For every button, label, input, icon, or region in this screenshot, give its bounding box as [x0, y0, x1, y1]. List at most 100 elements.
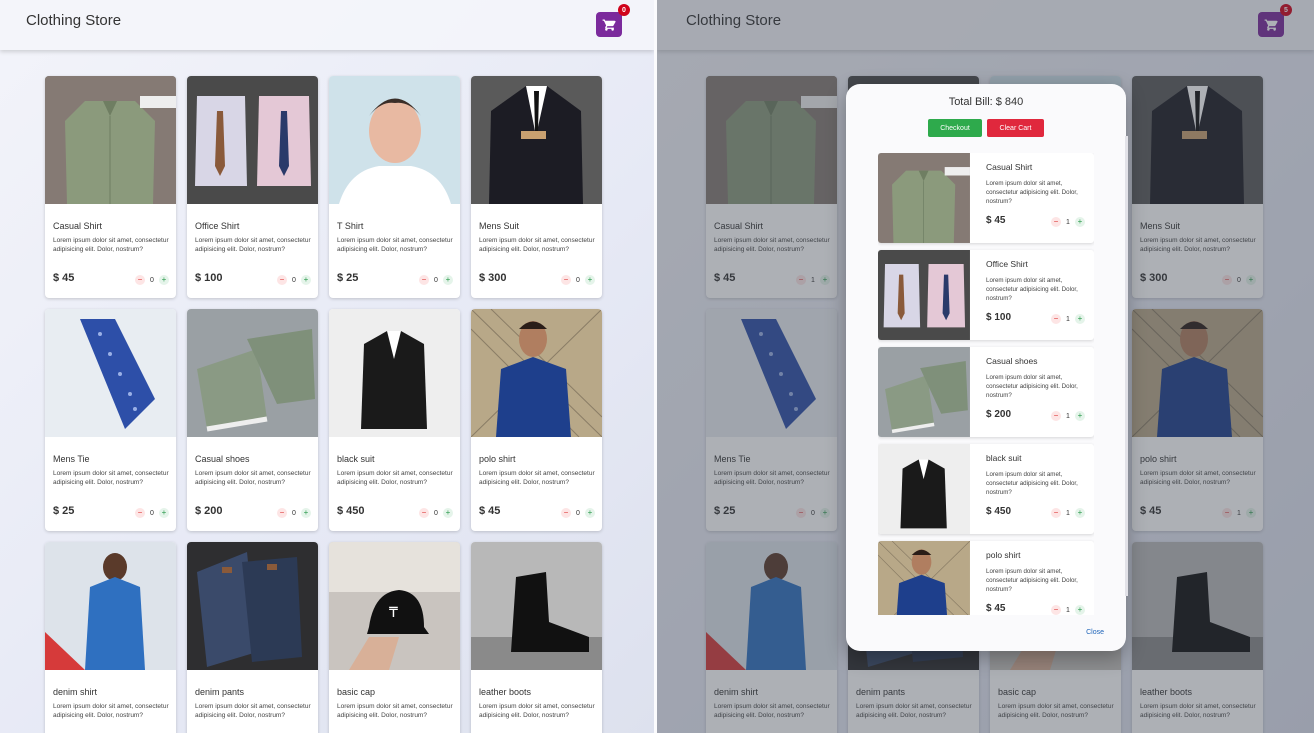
product-image: [471, 542, 602, 670]
cart-item-description: Lorem ipsum dolor sit amet, consectetur …: [986, 374, 1078, 399]
product-name: Casual Shirt: [53, 221, 103, 231]
product-image: [471, 76, 602, 204]
plus-icon[interactable]: +: [585, 508, 595, 518]
product-description: Lorem ipsum dolor sit amet, consectetur …: [195, 237, 311, 253]
product-card: leather boots Lorem ipsum dolor sit amet,…: [471, 542, 602, 733]
quantity-stepper[interactable]: −0 +: [135, 275, 169, 285]
product-name: Mens Tie: [53, 454, 90, 464]
minus-icon[interactable]: −: [277, 275, 287, 285]
minus-icon[interactable]: −: [277, 508, 287, 518]
plus-icon[interactable]: +: [301, 275, 311, 285]
minus-icon[interactable]: −: [1051, 314, 1061, 324]
product-card: Mens Tie Lorem ipsum dolor sit amet, cons…: [45, 309, 176, 531]
product-price: $ 300: [479, 272, 507, 284]
product-description: Lorem ipsum dolor sit amet, consectetur …: [479, 703, 595, 719]
minus-icon[interactable]: −: [135, 275, 145, 285]
plus-icon[interactable]: +: [443, 275, 453, 285]
product-name: leather boots: [479, 687, 532, 697]
product-price: $ 25: [337, 272, 359, 284]
cart-item: black suit Lorem ipsum dolor sit amet, co…: [878, 444, 1094, 534]
cart-items-list[interactable]: Casual Shirt Lorem ipsum dolor sit amet, …: [878, 153, 1094, 615]
product-card: Casual shoes Lorem ipsum dolor sit amet, …: [187, 309, 318, 531]
cart-item-name: Office Shirt: [986, 259, 1028, 269]
plus-icon[interactable]: +: [585, 275, 595, 285]
plus-icon[interactable]: +: [1075, 314, 1085, 324]
quantity-stepper[interactable]: −0 +: [561, 508, 595, 518]
quantity-value: 1: [1066, 218, 1070, 226]
product-name: Mens Suit: [479, 221, 520, 231]
cart-item: Casual shoes Lorem ipsum dolor sit amet, …: [878, 347, 1094, 437]
quantity-value: 0: [292, 276, 296, 284]
product-price: $ 25: [53, 505, 75, 517]
quantity-stepper[interactable]: −1 +: [1051, 314, 1085, 324]
quantity-value: 0: [576, 509, 580, 517]
plus-icon[interactable]: +: [159, 275, 169, 285]
shopping-cart-icon: [602, 19, 616, 31]
quantity-stepper[interactable]: −1 +: [1051, 411, 1085, 421]
product-name: black suit: [337, 454, 375, 464]
minus-icon[interactable]: −: [135, 508, 145, 518]
product-grid: Casual Shirt Lorem ipsum dolor sit amet, …: [45, 76, 602, 733]
product-card: T Shirt Lorem ipsum dolor sit amet, conse…: [329, 76, 460, 298]
product-description: Lorem ipsum dolor sit amet, consectetur …: [337, 237, 453, 253]
cart-item-image: [878, 153, 970, 243]
cart-item-description: Lorem ipsum dolor sit amet, consectetur …: [986, 471, 1078, 496]
clear-cart-button[interactable]: Clear Cart: [987, 119, 1044, 137]
cart-item-price: $ 450: [986, 506, 1012, 517]
plus-icon[interactable]: +: [301, 508, 311, 518]
cart-item-name: Casual Shirt: [986, 162, 1033, 172]
product-price: $ 450: [337, 505, 365, 517]
checkout-button[interactable]: Checkout: [928, 119, 982, 137]
minus-icon[interactable]: −: [1051, 508, 1061, 518]
minus-icon[interactable]: −: [1051, 217, 1061, 227]
close-button[interactable]: Close: [1086, 629, 1104, 636]
minus-icon[interactable]: −: [561, 275, 571, 285]
minus-icon[interactable]: −: [419, 508, 429, 518]
product-card: Mens Suit Lorem ipsum dolor sit amet, con…: [471, 76, 602, 298]
product-image: [471, 309, 602, 437]
plus-icon[interactable]: +: [443, 508, 453, 518]
svg-text:₸: ₸: [389, 606, 398, 621]
quantity-stepper[interactable]: −0 +: [419, 508, 453, 518]
product-name: T Shirt: [337, 221, 364, 231]
cart-item: Casual Shirt Lorem ipsum dolor sit amet, …: [878, 153, 1094, 243]
quantity-value: 1: [1066, 315, 1070, 323]
minus-icon[interactable]: −: [1051, 605, 1061, 615]
plus-icon[interactable]: +: [159, 508, 169, 518]
product-description: Lorem ipsum dolor sit amet, consectetur …: [195, 470, 311, 486]
plus-icon[interactable]: +: [1075, 411, 1085, 421]
cart-item: polo shirt Lorem ipsum dolor sit amet, co…: [878, 541, 1094, 615]
product-card: denim shirt Lorem ipsum dolor sit amet, c…: [45, 542, 176, 733]
quantity-value: 1: [1066, 509, 1070, 517]
quantity-value: 1: [1066, 412, 1070, 420]
quantity-stepper[interactable]: −1 +: [1051, 605, 1085, 615]
plus-icon[interactable]: +: [1075, 217, 1085, 227]
product-name: denim pants: [195, 687, 245, 697]
cart-item: Office Shirt Lorem ipsum dolor sit amet, …: [878, 250, 1094, 340]
product-card: polo shirt Lorem ipsum dolor sit amet, co…: [471, 309, 602, 531]
plus-icon[interactable]: +: [1075, 508, 1085, 518]
minus-icon[interactable]: −: [1051, 411, 1061, 421]
minus-icon[interactable]: −: [561, 508, 571, 518]
cart-item-description: Lorem ipsum dolor sit amet, consectetur …: [986, 277, 1078, 302]
product-card: denim pants Lorem ipsum dolor sit amet, c…: [187, 542, 318, 733]
quantity-stepper[interactable]: −0 +: [277, 508, 311, 518]
quantity-stepper[interactable]: −0 +: [277, 275, 311, 285]
cart-button[interactable]: 0: [596, 4, 630, 37]
modal-scrollbar[interactable]: [1125, 136, 1128, 596]
product-price: $ 45: [479, 505, 501, 517]
quantity-stepper[interactable]: −1 +: [1051, 508, 1085, 518]
quantity-stepper[interactable]: −0 +: [135, 508, 169, 518]
product-description: Lorem ipsum dolor sit amet, consectetur …: [53, 237, 169, 253]
quantity-stepper[interactable]: −0 +: [561, 275, 595, 285]
minus-icon[interactable]: −: [419, 275, 429, 285]
plus-icon[interactable]: +: [1075, 605, 1085, 615]
product-description: Lorem ipsum dolor sit amet, consectetur …: [337, 470, 453, 486]
product-card: ₸ basic cap Lorem ipsum dolor sit amet, co…: [329, 542, 460, 733]
product-name: Office Shirt: [195, 221, 240, 231]
cart-item-name: black suit: [986, 453, 1022, 463]
quantity-stepper[interactable]: −0 +: [419, 275, 453, 285]
cart-item-price: $ 100: [986, 312, 1012, 323]
cart-item-price: $ 45: [986, 215, 1006, 226]
quantity-stepper[interactable]: −1 +: [1051, 217, 1085, 227]
